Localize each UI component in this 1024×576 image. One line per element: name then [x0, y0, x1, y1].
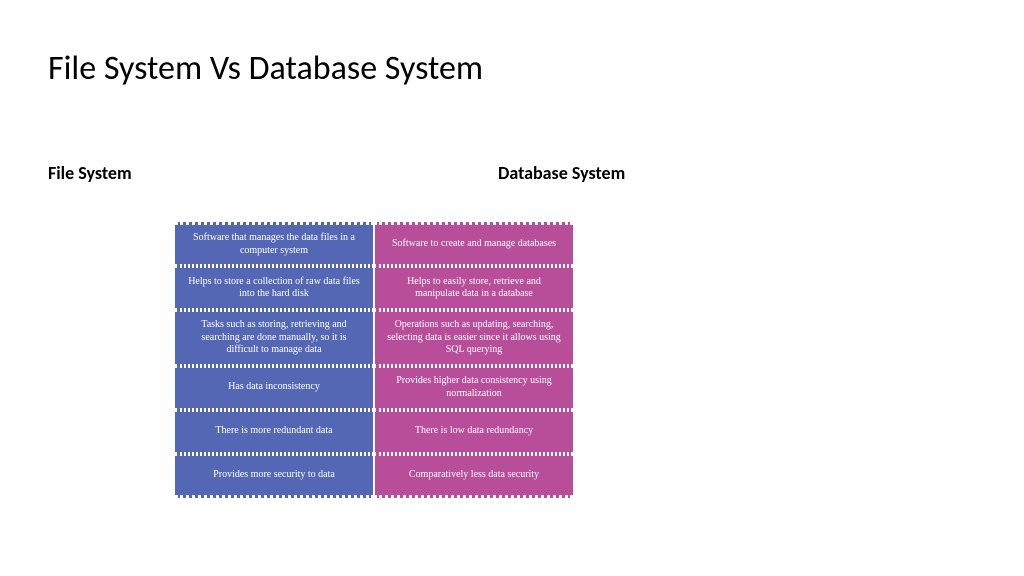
table-cell: Has data inconsistency [175, 366, 374, 410]
table-cell: There is low data redundancy [374, 410, 573, 454]
table-cell: Helps to store a collection of raw data … [175, 266, 374, 310]
subheading-file-system: File System [48, 162, 498, 184]
comparison-table: Software that manages the data files in … [175, 222, 573, 498]
slide-title: File System Vs Database System [48, 48, 483, 89]
table-cell: Comparatively less data security [374, 454, 573, 498]
table-cell: Software that manages the data files in … [175, 222, 374, 266]
table-cell: Provides higher data consistency using n… [374, 366, 573, 410]
subheadings-row: File System Database System [48, 162, 625, 184]
table-cell: Software to create and manage databases [374, 222, 573, 266]
table-cell: Provides more security to data [175, 454, 374, 498]
column-database-system: Software to create and manage databases … [374, 222, 573, 498]
column-file-system: Software that manages the data files in … [175, 222, 374, 498]
table-cell: Tasks such as storing, retrieving and se… [175, 310, 374, 366]
subheading-database-system: Database System [498, 162, 625, 184]
table-cell: There is more redundant data [175, 410, 374, 454]
table-cell: Helps to easily store, retrieve and mani… [374, 266, 573, 310]
table-cell: Operations such as updating, searching, … [374, 310, 573, 366]
